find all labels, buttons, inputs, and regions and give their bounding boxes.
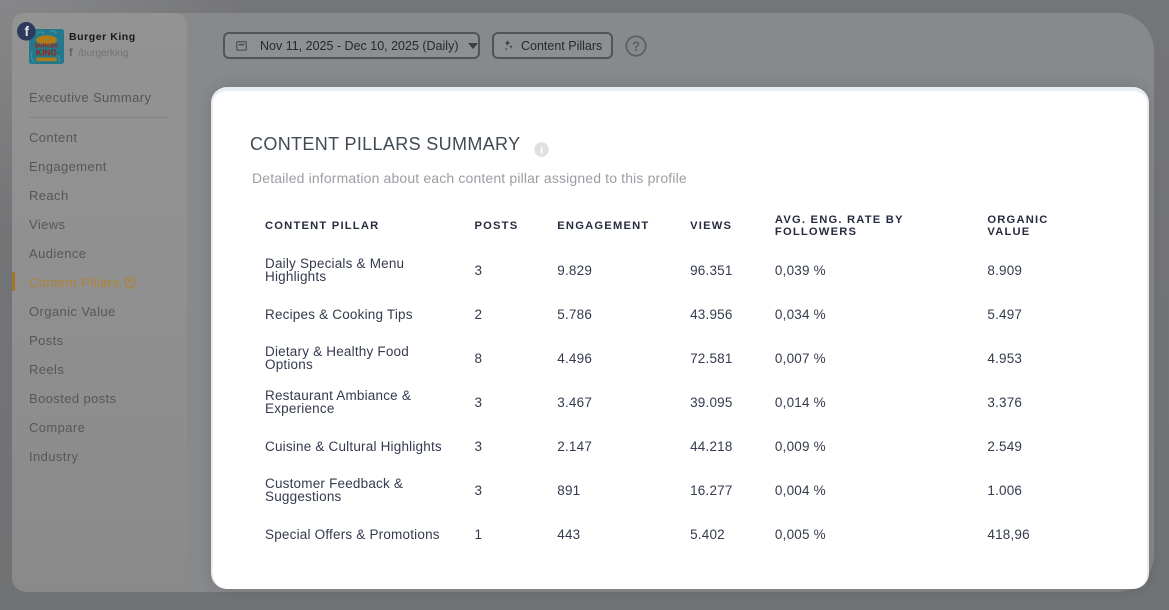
svg-text:KING: KING bbox=[36, 48, 57, 58]
svg-text:i: i bbox=[540, 145, 543, 157]
svg-text:?: ? bbox=[632, 39, 640, 54]
svg-text:?: ? bbox=[127, 278, 132, 287]
svg-text:f: f bbox=[25, 24, 30, 39]
